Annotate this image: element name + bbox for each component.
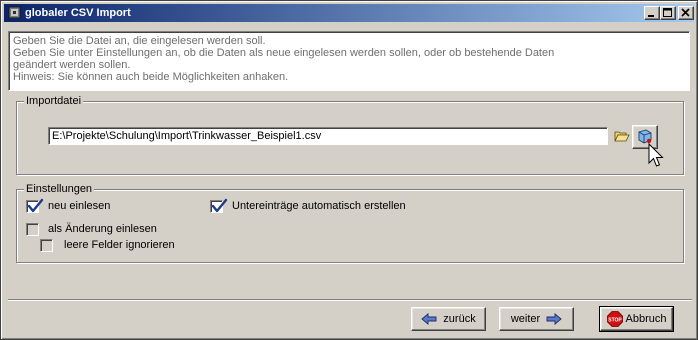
back-button[interactable]: zurück [411,307,486,331]
minimize-button[interactable] [644,6,660,20]
leere-felder-label: leere Felder ignorieren [64,239,175,251]
arrow-right-icon [546,313,562,325]
info-line: Geben Sie unter Einstellungen an, ob die… [13,47,555,59]
cancel-button[interactable]: STOP Abbruch [599,306,674,332]
app-icon [8,6,21,19]
checkmark-icon [211,198,228,213]
minimize-icon [648,15,654,17]
info-line: geändert werden sollen. [13,59,131,71]
einstellungen-group-label: Einstellungen [24,182,95,196]
info-text-box: Geben Sie die Datei an, die eingelesen w… [8,31,690,91]
footer-separator [8,299,692,301]
untereintraege-checkbox[interactable] [210,198,228,213]
close-icon [681,8,690,17]
als-aenderung-checkbox[interactable] [26,223,39,236]
next-button-label: weiter [510,313,541,325]
info-line: Hinweis: Sie können auch beide Möglichke… [13,71,289,83]
importdatei-group-label: Importdatei [24,94,84,108]
maximize-icon [663,8,672,17]
arrow-left-icon [421,313,437,325]
leere-felder-checkbox[interactable] [40,239,53,252]
neu-einlesen-label: neu einlesen [48,200,111,212]
import-file-path-field[interactable]: E:\Projekte\Schulung\Import\Trinkwasser_… [48,127,608,145]
folder-open-icon[interactable] [614,129,630,143]
maximize-button[interactable] [660,6,676,20]
checkmark-icon [27,198,44,213]
title-bar[interactable]: globaler CSV Import [4,4,694,22]
neu-einlesen-checkbox[interactable] [26,198,44,213]
stop-sign-text: STOP [608,318,622,324]
stop-sign-icon: STOP [606,311,623,327]
als-aenderung-label: als Änderung einlesen [48,223,157,235]
csv-import-window: globaler CSV Import Geben Sie die Datei … [0,0,698,340]
cancel-button-label: Abbruch [625,313,667,325]
untereintraege-label: Untereinträge automatisch erstellen [232,200,406,212]
mouse-cursor-icon [648,143,664,167]
info-line: Geben Sie die Datei an, die eingelesen w… [13,35,266,47]
window-title: globaler CSV Import [25,7,131,19]
next-button[interactable]: weiter [499,307,574,331]
back-button-label: zurück [443,313,476,325]
close-button[interactable] [678,6,694,20]
